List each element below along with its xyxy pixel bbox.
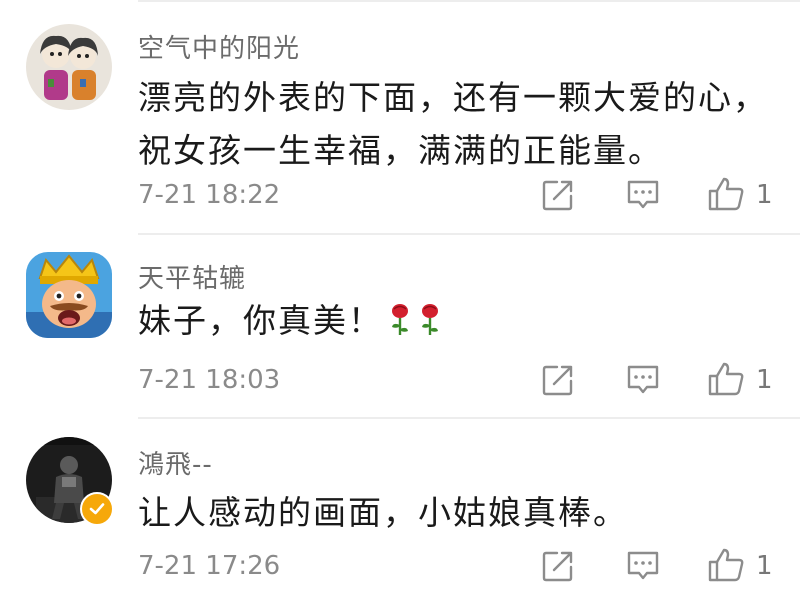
- divider: [138, 417, 800, 419]
- reply-button[interactable]: [625, 178, 661, 216]
- like-button[interactable]: [707, 176, 745, 216]
- king-cartoon-avatar: [26, 252, 112, 338]
- comment-text: 让人感动的画面，小姑娘真棒。: [138, 493, 628, 532]
- comment-text-body: 妹子，你真美！: [138, 301, 383, 340]
- comment-text: 漂亮的外表的下面，还有一颗大爱的心，祝女孩一生幸福，满满的正能量。: [138, 78, 768, 170]
- comment-icon: [627, 180, 659, 209]
- like-button[interactable]: [707, 547, 745, 587]
- like-count: 1: [756, 551, 773, 581]
- comment-icon: [627, 551, 659, 580]
- username[interactable]: 空气中的阳光: [138, 28, 300, 65]
- comment-icon: [627, 365, 659, 394]
- reply-button[interactable]: [625, 549, 661, 587]
- like-button[interactable]: [707, 361, 745, 401]
- timestamp: 7-21 18:22: [138, 180, 281, 210]
- thumbs-up-icon: [708, 177, 744, 211]
- like-count: 1: [756, 180, 773, 210]
- share-button[interactable]: [541, 549, 575, 587]
- divider: [138, 0, 800, 2]
- timestamp: 7-21 18:03: [138, 365, 281, 395]
- verified-badge: [80, 492, 114, 526]
- like-count: 1: [756, 365, 773, 395]
- rose-icon: [387, 298, 447, 351]
- avatar[interactable]: [26, 252, 112, 338]
- share-icon: [542, 551, 573, 582]
- thumbs-up-icon: [708, 362, 744, 396]
- share-icon: [542, 180, 573, 211]
- username[interactable]: 天平轱辘: [138, 258, 246, 295]
- comment-text: 妹子，你真美！: [138, 294, 788, 351]
- thumbs-up-icon: [708, 548, 744, 582]
- username[interactable]: 鴻飛--: [138, 444, 213, 481]
- divider: [138, 233, 800, 235]
- checkmark-icon: [89, 503, 105, 515]
- reply-button[interactable]: [625, 363, 661, 401]
- timestamp: 7-21 17:26: [138, 551, 281, 581]
- share-button[interactable]: [541, 363, 575, 401]
- share-icon: [542, 365, 573, 396]
- avatar[interactable]: [26, 24, 112, 110]
- cartoon-girls-avatar: [26, 24, 112, 110]
- share-button[interactable]: [541, 178, 575, 216]
